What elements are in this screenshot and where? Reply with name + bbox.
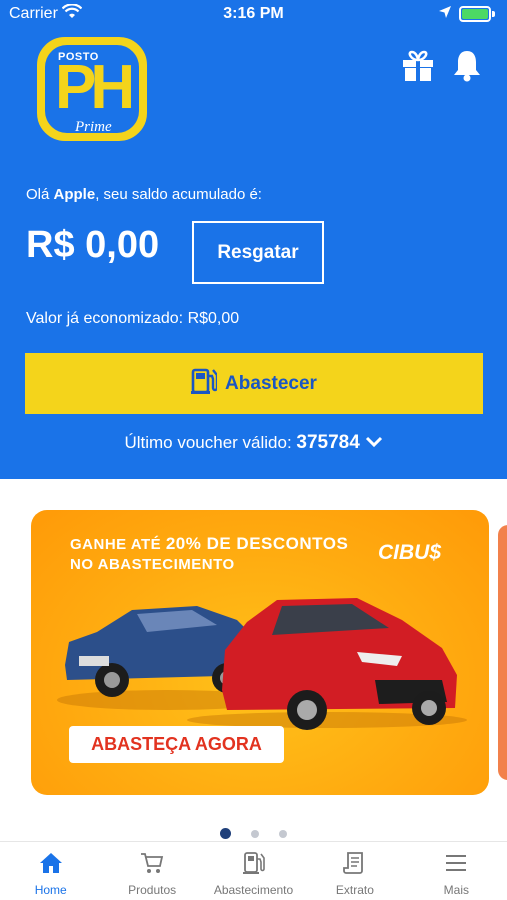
carousel-indicator — [0, 828, 507, 840]
tab-label: Produtos — [128, 883, 177, 897]
tab-label: Home — [34, 883, 67, 897]
tab-label: Abastecimento — [213, 883, 294, 897]
tab-label: Extrato — [335, 883, 374, 897]
refuel-now-cta[interactable]: ABASTEÇA AGORA — [69, 726, 284, 763]
balance-amount: R$ 0,00 — [26, 224, 160, 266]
banner-headline-highlight: 20% DE DESCONTOS — [165, 534, 349, 553]
gift-icon[interactable] — [401, 50, 435, 82]
tab-home[interactable]: Home — [0, 842, 101, 900]
logo-ph-text: PH — [55, 53, 135, 122]
tab-produtos[interactable]: Produtos — [101, 842, 202, 900]
cart-icon — [141, 853, 164, 873]
refuel-label: Abastecer — [225, 372, 317, 394]
last-voucher[interactable]: Último voucher válido: 375784 — [0, 432, 507, 454]
location-arrow-icon — [438, 5, 452, 24]
menu-icon — [446, 855, 467, 871]
banner-headline-prefix: GANHE ATÉ — [70, 536, 166, 553]
banner-headline: GANHE ATÉ 20% DE DESCONTOS — [70, 534, 348, 554]
header: Carrier 3:16 PM POSTO PH Prime Olá Apple… — [0, 0, 507, 479]
clock: 3:16 PM — [223, 5, 284, 22]
saved-amount-text: Valor já economizado: R$0,00 — [26, 310, 240, 327]
carousel-dot[interactable] — [251, 830, 259, 838]
tab-mais[interactable]: Mais — [406, 842, 507, 900]
fuel-pump-icon — [191, 367, 219, 401]
chevron-down-icon — [365, 433, 383, 452]
cars-illustration — [57, 598, 467, 730]
redeem-button[interactable]: Resgatar — [192, 221, 324, 284]
battery-icon — [459, 6, 491, 22]
carousel-dot-active[interactable] — [220, 828, 231, 839]
receipt-icon — [343, 852, 363, 874]
posto-ph-prime-logo: POSTO PH Prime — [37, 37, 147, 141]
next-banner-peek[interactable] — [498, 525, 507, 780]
user-name: Apple — [53, 186, 96, 203]
banner-subline: NO ABASTECIMENTO — [70, 556, 235, 573]
tab-extrato[interactable]: Extrato — [304, 842, 405, 900]
fuel-pump-icon — [242, 852, 265, 874]
promo-banner[interactable]: GANHE ATÉ 20% DE DESCONTOS NO ABASTECIME… — [31, 510, 489, 795]
refuel-button[interactable]: Abastecer — [25, 353, 483, 414]
banner-brand-logo: CIBU$ — [378, 541, 442, 564]
bell-icon[interactable] — [452, 48, 482, 82]
tab-abastecimento[interactable]: Abastecimento — [203, 842, 304, 900]
tab-label: Mais — [443, 883, 469, 897]
home-icon — [39, 853, 62, 873]
greeting-prefix: Olá — [26, 186, 54, 203]
greeting-text: Olá Apple, seu saldo acumulado é: — [26, 186, 262, 203]
battery-tip — [492, 11, 495, 17]
logo-prime-text: Prime — [75, 119, 112, 135]
greeting-suffix: , seu saldo acumulado é: — [95, 186, 262, 203]
voucher-label: Último voucher válido: — [124, 433, 297, 452]
carousel-dot[interactable] — [279, 830, 287, 838]
tab-bar: Home Produtos Abastecimento Extrato Mais — [0, 841, 507, 900]
voucher-code: 375784 — [296, 432, 360, 453]
status-bar: Carrier 3:16 PM — [0, 0, 507, 30]
